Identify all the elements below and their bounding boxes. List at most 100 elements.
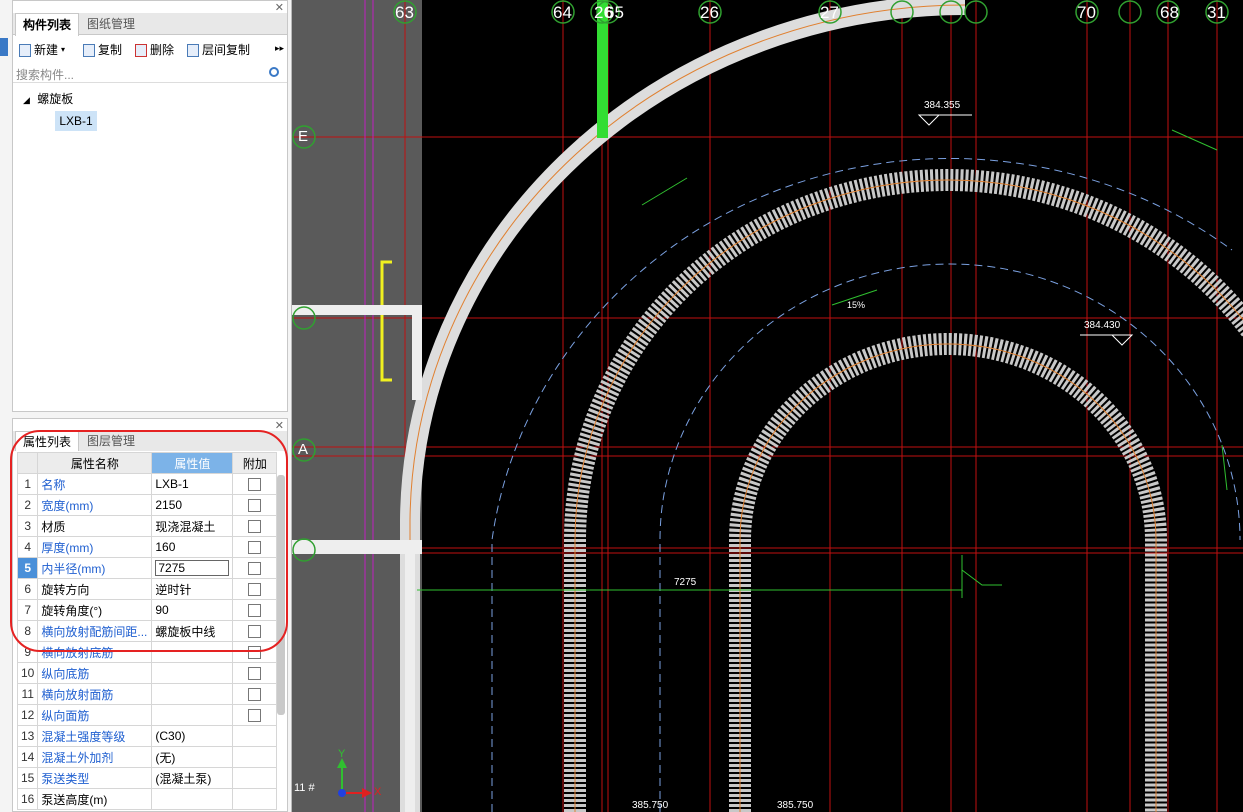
property-extra [232,767,278,789]
property-value[interactable]: 160 [151,536,234,558]
ucs-x-label: X [374,786,382,798]
property-extra [232,620,278,642]
extra-checkbox[interactable] [248,625,262,639]
row-number: 5 [16,557,39,579]
row-number: 10 [16,662,39,684]
chevron-down-icon: ▾ [61,45,66,54]
property-row[interactable]: 9 横向放射底筋 [16,641,278,663]
property-row[interactable]: 4 厚度(mm) 160 [16,536,278,558]
property-value[interactable] [151,683,234,705]
tab-component-list[interactable]: 构件列表 [15,13,80,36]
property-extra [232,788,278,810]
property-extra [232,746,278,768]
property-value-text: (混凝土泵) [155,771,212,786]
row-number: 16 [16,788,39,810]
left-edge-icon[interactable] [0,38,8,56]
slope-label: 15% [847,300,866,310]
property-row[interactable]: 2 宽度(mm) 2150 [16,494,278,516]
extra-checkbox[interactable] [248,646,262,660]
property-value[interactable]: (无) [151,746,234,768]
row-number: 6 [16,578,39,600]
search-icon[interactable] [269,67,279,77]
property-value[interactable] [151,788,234,810]
tree-node-spiral-slab[interactable]: ◢ 螺旋板 [23,90,73,107]
property-name: 内半径(mm) [37,557,153,579]
dimension-label: 7275 [674,577,697,588]
component-toolbar: 新建 ▾ 复制 删除 层间复制 ▸▸ [13,37,287,61]
tab-layer-management[interactable]: 图层管理 [80,431,142,451]
property-value-text: (无) [155,750,176,765]
extra-checkbox[interactable] [248,583,262,597]
property-value-text: 现浇混凝土 [155,519,216,534]
property-row[interactable]: 5 内半径(mm) 7275 [16,557,278,579]
extra-checkbox[interactable] [248,667,262,681]
property-value[interactable]: LXB-1 [151,473,234,495]
elevation-label-1: 384.355 [924,100,961,111]
property-row[interactable]: 8 横向放射配筋间距... 螺旋板中线 [16,620,278,642]
property-row[interactable]: 15 泵送类型 (混凝土泵) [16,767,278,789]
property-row[interactable]: 3 材质 现浇混凝土 [16,515,278,537]
tab-drawing-management[interactable]: 图纸管理 [80,13,142,35]
property-value[interactable]: 2150 [151,494,234,516]
property-value[interactable]: (混凝土泵) [151,767,234,789]
extra-checkbox[interactable] [248,688,262,702]
property-value[interactable]: 7275 [151,557,234,579]
col-num [16,452,39,474]
extra-checkbox[interactable] [248,478,262,492]
extra-checkbox[interactable] [248,541,262,555]
copy-button[interactable]: 复制 [83,41,122,59]
property-scrollbar[interactable] [277,475,285,715]
property-row[interactable]: 11 横向放射面筋 [16,683,278,705]
row-number: 13 [16,725,39,747]
property-row[interactable]: 6 旋转方向 逆时针 [16,578,278,600]
property-value-text: LXB-1 [155,477,189,491]
property-value[interactable] [151,662,234,684]
property-extra [232,494,278,516]
more-icon[interactable]: ▸▸ [275,43,284,54]
property-row[interactable]: 16 泵送高度(m) [16,788,278,810]
property-value-text: 7275 [155,560,230,576]
extra-checkbox[interactable] [248,520,262,534]
component-tabs: 构件列表 图纸管理 [13,13,287,36]
tree-node-lxb1[interactable]: LXB-1 [55,111,97,131]
property-value[interactable]: 现浇混凝土 [151,515,234,537]
property-value[interactable]: (C30) [151,725,234,747]
property-extra [232,536,278,558]
col-name-header: 属性名称 [37,452,153,474]
copy-icon [83,43,95,57]
property-value[interactable]: 90 [151,599,234,621]
delete-icon [135,43,147,57]
extra-checkbox[interactable] [248,562,262,576]
property-list-pane: ✕ 属性列表 图层管理 属性名称 属性值 附加 1 名称 LXB-1 2 宽度(mm) 2… [12,418,288,812]
axis-label-64: 64 [553,3,572,22]
new-icon [19,43,31,57]
tree-collapse-icon[interactable]: ◢ [23,95,30,105]
property-row[interactable]: 1 名称 LXB-1 [16,473,278,495]
new-button[interactable]: 新建 ▾ [19,41,65,59]
axis-label-26-b: 26 [700,3,719,22]
property-extra [232,515,278,537]
property-row[interactable]: 13 混凝土强度等级 (C30) [16,725,278,747]
property-value-text: (C30) [155,729,186,743]
extra-checkbox[interactable] [248,499,262,513]
axis-label-63: 63 [395,3,414,22]
property-extra [232,641,278,663]
property-row[interactable]: 12 纵向面筋 [16,704,278,726]
floor-copy-button[interactable]: 层间复制 [187,41,250,59]
property-value[interactable] [151,641,234,663]
property-value-text: 螺旋板中线 [155,624,216,639]
property-row[interactable]: 14 混凝土外加剂 (无) [16,746,278,768]
property-value[interactable] [151,704,234,726]
tab-property-list[interactable]: 属性列表 [15,431,80,451]
extra-checkbox[interactable] [248,709,262,723]
extra-checkbox[interactable] [248,604,262,618]
property-value[interactable]: 螺旋板中线 [151,620,234,642]
floor-copy-icon [187,43,199,57]
property-row[interactable]: 10 纵向底筋 [16,662,278,684]
cad-canvas[interactable]: 63 64 26 65 26 27 70 68 31 E A 384.355 3… [292,0,1243,812]
search-input[interactable]: 搜索构件... [13,63,287,83]
property-name: 纵向底筋 [37,662,153,684]
delete-button[interactable]: 删除 [135,41,174,59]
property-row[interactable]: 7 旋转角度(°) 90 [16,599,278,621]
property-value[interactable]: 逆时针 [151,578,234,600]
